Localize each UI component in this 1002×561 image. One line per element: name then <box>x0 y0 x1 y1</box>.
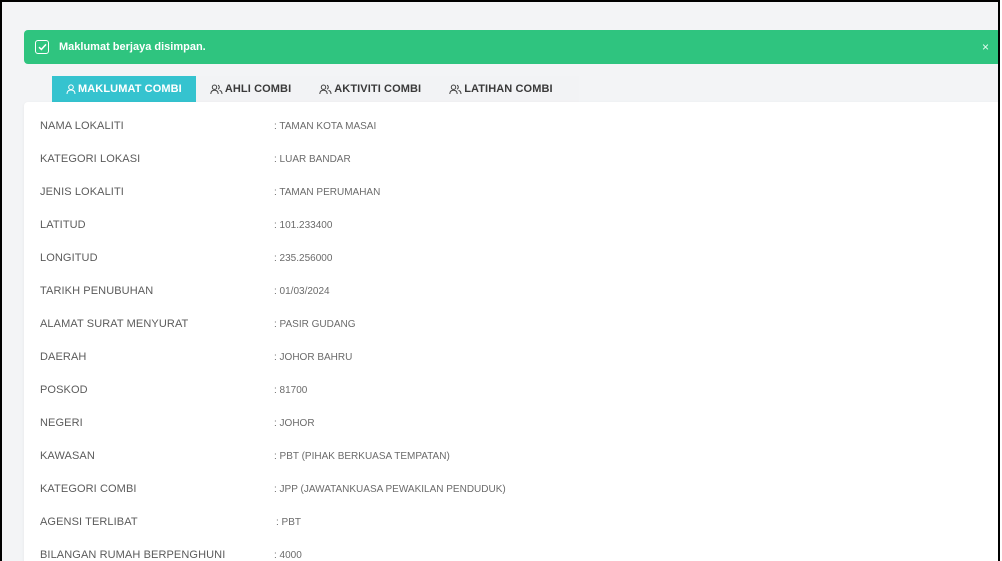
users-icon <box>319 84 332 95</box>
close-icon[interactable]: × <box>982 40 989 54</box>
users-icon <box>210 84 223 95</box>
detail-row: KATEGORI COMBI : JPP (JAWATANKUASA PEWAK… <box>24 479 998 499</box>
detail-label: AGENSI TERLIBAT <box>40 516 138 528</box>
detail-row: BILANGAN RUMAH BERPENGHUNI : 4000 <box>24 545 998 561</box>
detail-value: : 235.256000 <box>274 252 333 264</box>
tab-bar-filler <box>566 76 579 102</box>
tab-latihan-combi[interactable]: LATIHAN COMBI <box>435 76 566 102</box>
detail-label: POSKOD <box>40 384 88 396</box>
detail-value: : 81700 <box>274 384 308 396</box>
tab-maklumat-combi[interactable]: MAKLUMAT COMBI <box>52 76 196 102</box>
detail-label: TARIKH PENUBUHAN <box>40 285 154 297</box>
detail-value: : 101.233400 <box>274 219 333 231</box>
tab-label: MAKLUMAT COMBI <box>78 83 182 95</box>
detail-label: KAWASAN <box>40 450 95 462</box>
detail-row: NEGERI : JOHOR <box>24 413 998 433</box>
detail-label: NAMA LOKALITI <box>40 120 124 132</box>
detail-label: KATEGORI LOKASI <box>40 153 141 165</box>
detail-label: DAERAH <box>40 351 87 363</box>
detail-row: LATITUD : 101.233400 <box>24 215 998 235</box>
detail-row: KATEGORI LOKASI : LUAR BANDAR <box>24 149 998 169</box>
details-card: NAMA LOKALITI : TAMAN KOTA MASAI KATEGOR… <box>24 102 998 561</box>
detail-value: : 4000 <box>274 549 302 561</box>
tab-label: LATIHAN COMBI <box>464 83 553 95</box>
success-alert: Maklumat berjaya disimpan. × <box>24 30 998 64</box>
detail-value: : PBT <box>276 516 302 528</box>
detail-row: POSKOD : 81700 <box>24 380 998 400</box>
check-icon <box>35 40 49 54</box>
detail-label: ALAMAT SURAT MENYURAT <box>40 318 189 330</box>
detail-value: : PASIR GUDANG <box>274 318 356 330</box>
detail-row: ALAMAT SURAT MENYURAT : PASIR GUDANG <box>24 314 998 334</box>
detail-value: : 01/03/2024 <box>274 285 330 297</box>
detail-row: LONGITUD : 235.256000 <box>24 248 998 268</box>
detail-label: KATEGORI COMBI <box>40 483 137 495</box>
alert-message: Maklumat berjaya disimpan. <box>59 41 206 53</box>
detail-label: BILANGAN RUMAH BERPENGHUNI <box>40 549 226 561</box>
detail-value: : JPP (JAWATANKUASA PEWAKILAN PENDUDUK) <box>274 483 506 495</box>
tab-label: AKTIVITI COMBI <box>334 83 422 95</box>
detail-label: NEGERI <box>40 417 83 429</box>
detail-label: LONGITUD <box>40 252 98 264</box>
detail-label: JENIS LOKALITI <box>40 186 124 198</box>
tab-ahli-combi[interactable]: AHLI COMBI <box>196 76 305 102</box>
detail-row: KAWASAN : PBT (PIHAK BERKUASA TEMPATAN) <box>24 446 998 466</box>
detail-row: JENIS LOKALITI : TAMAN PERUMAHAN <box>24 182 998 202</box>
tab-label: AHLI COMBI <box>224 83 292 95</box>
detail-value: : TAMAN KOTA MASAI <box>274 120 377 132</box>
detail-row: AGENSI TERLIBAT : PBT <box>24 512 998 532</box>
tab-bar: MAKLUMAT COMBI AHLI COMBI AKTIVITI COMBI… <box>52 76 579 102</box>
detail-value: : PBT (PIHAK BERKUASA TEMPATAN) <box>274 450 450 462</box>
detail-row: DAERAH : JOHOR BAHRU <box>24 347 998 367</box>
detail-value: : JOHOR <box>274 417 315 429</box>
user-icon <box>66 83 76 95</box>
users-icon <box>449 84 462 95</box>
detail-row: NAMA LOKALITI : TAMAN KOTA MASAI <box>24 116 998 136</box>
detail-row: TARIKH PENUBUHAN : 01/03/2024 <box>24 281 998 301</box>
detail-value: : JOHOR BAHRU <box>274 351 353 363</box>
detail-value: : TAMAN PERUMAHAN <box>274 186 381 198</box>
detail-value: : LUAR BANDAR <box>274 153 351 165</box>
tab-aktiviti-combi[interactable]: AKTIVITI COMBI <box>305 76 435 102</box>
page-frame: Maklumat berjaya disimpan. × MAKLUMAT CO… <box>0 0 1000 561</box>
detail-label: LATITUD <box>40 219 86 231</box>
